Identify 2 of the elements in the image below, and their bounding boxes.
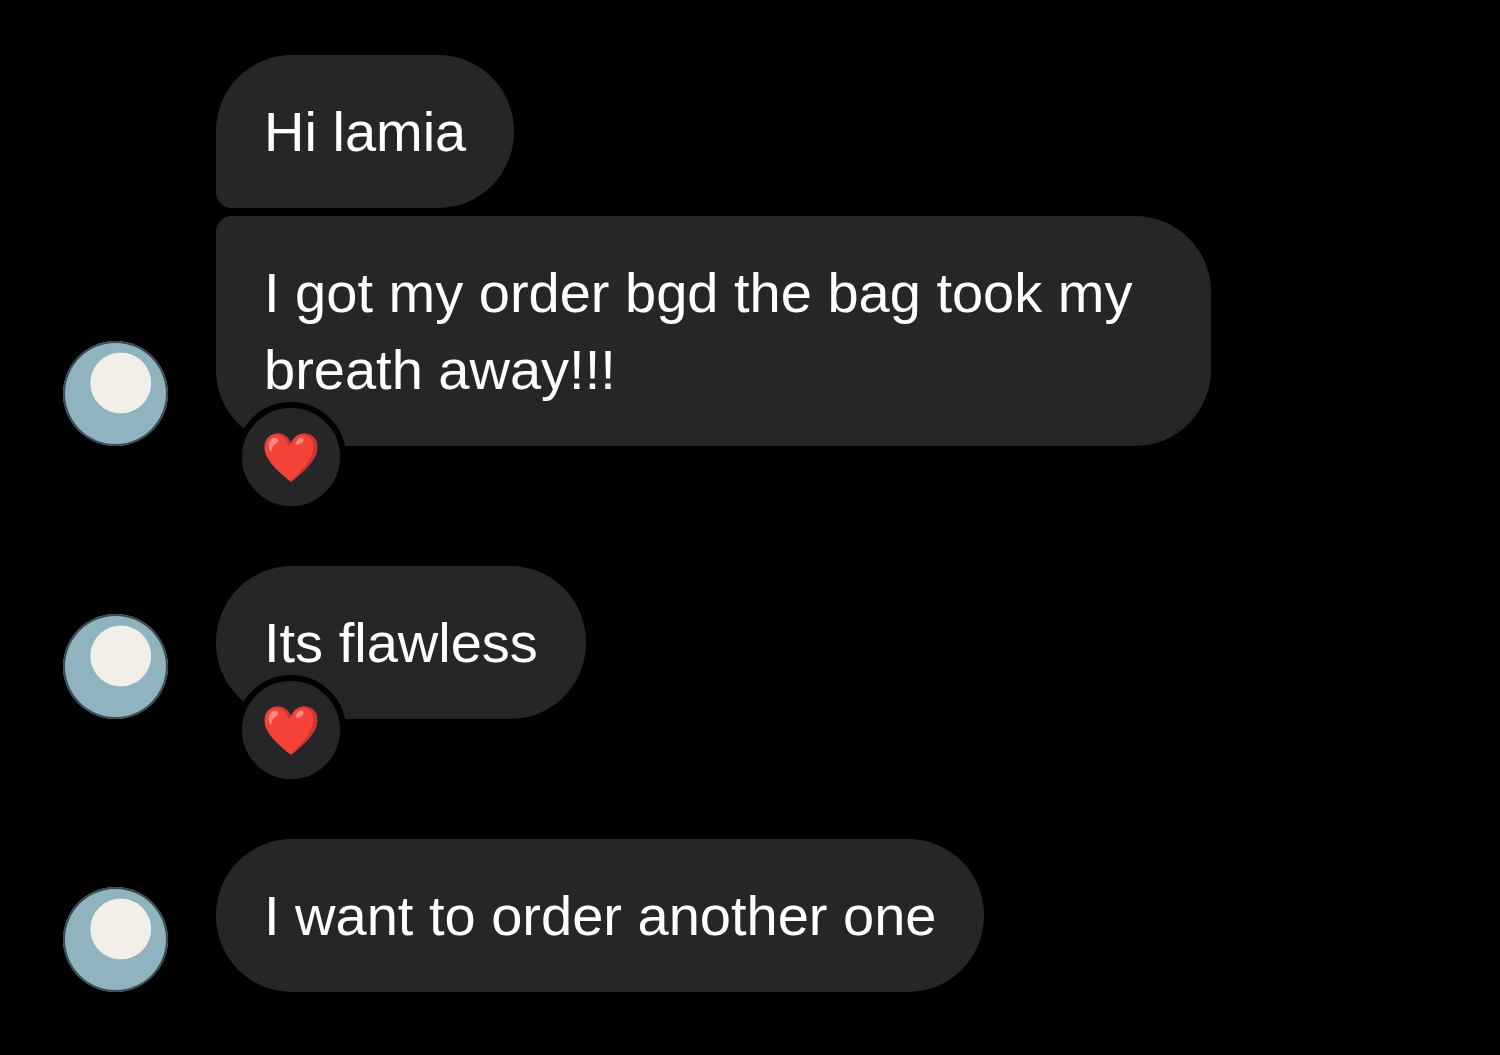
message-bubble: I want to order another one [216,839,985,992]
message-bubble: Hi lamia [216,55,515,208]
